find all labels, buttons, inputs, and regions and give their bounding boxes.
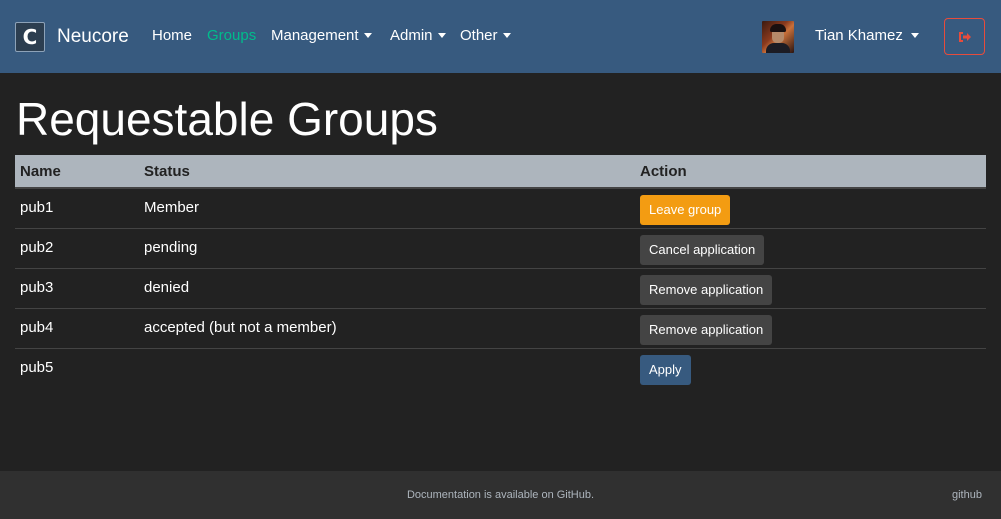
leave-group-button[interactable]: Leave group — [640, 195, 731, 225]
header-action: Action — [640, 162, 687, 180]
nav-dropdown-admin[interactable]: Admin — [390, 27, 446, 44]
remove-application-button[interactable]: Remove application — [640, 275, 773, 305]
user-avatar — [762, 21, 794, 53]
table-row: pub3 denied Remove application — [15, 269, 986, 309]
group-status: denied — [144, 279, 190, 296]
group-name: pub3 — [20, 279, 54, 296]
user-name: Tian Khamez — [815, 27, 903, 44]
page-title: Requestable Groups — [16, 93, 438, 145]
table-header: Name Status Action — [15, 155, 986, 189]
nav-link-groups-label: Groups — [207, 27, 257, 44]
user-menu-dropdown[interactable]: Tian Khamez — [815, 27, 919, 44]
caret-down-icon — [502, 33, 511, 38]
sign-out-icon — [958, 31, 971, 42]
group-name: pub1 — [20, 199, 54, 216]
footer-text: Documentation is available on GitHub. — [406, 489, 595, 501]
nav-link-groups[interactable]: Groups — [207, 27, 256, 44]
footer: Documentation is available on GitHub. gi… — [0, 471, 1001, 519]
nav-dropdown-management[interactable]: Management — [271, 27, 372, 44]
table-row: pub2 pending Cancel application — [15, 229, 986, 269]
apply-button[interactable]: Apply — [640, 355, 691, 385]
nav-link-home-label: Home — [152, 27, 193, 44]
brand-logo-icon: C — [15, 22, 45, 52]
nav-link-home[interactable]: Home — [152, 27, 192, 44]
top-navbar: C Neucore Home Groups Management Admin O… — [0, 0, 1001, 73]
group-name: pub5 — [20, 359, 54, 376]
caret-down-icon — [363, 33, 372, 38]
brand[interactable]: C Neucore — [15, 22, 129, 52]
caret-down-icon — [910, 33, 919, 38]
github-link[interactable]: github — [952, 489, 982, 501]
group-status — [139, 349, 635, 359]
group-name: pub4 — [20, 319, 54, 336]
cancel-application-button[interactable]: Cancel application — [640, 235, 765, 265]
groups-table: Name Status Action pub1 Member Leave gro… — [15, 155, 986, 389]
remove-application-button[interactable]: Remove application — [640, 315, 773, 345]
caret-down-icon — [437, 33, 446, 38]
group-status: accepted (but not a member) — [144, 319, 337, 336]
table-row: pub1 Member Leave group — [15, 189, 986, 229]
group-name: pub2 — [20, 239, 54, 256]
brand-name: Neucore — [57, 26, 129, 47]
group-status: Member — [144, 199, 200, 216]
header-name: Name — [20, 162, 61, 180]
nav-dropdown-other[interactable]: Other — [460, 27, 511, 44]
nav-dropdown-other-label: Other — [460, 27, 498, 44]
nav-dropdown-admin-label: Admin — [390, 27, 433, 44]
header-status: Status — [144, 162, 190, 180]
group-status: pending — [144, 239, 198, 256]
logout-button[interactable] — [944, 18, 985, 55]
nav-dropdown-management-label: Management — [271, 27, 359, 44]
table-row: pub5 Apply — [15, 349, 986, 389]
table-row: pub4 accepted (but not a member) Remove … — [15, 309, 986, 349]
